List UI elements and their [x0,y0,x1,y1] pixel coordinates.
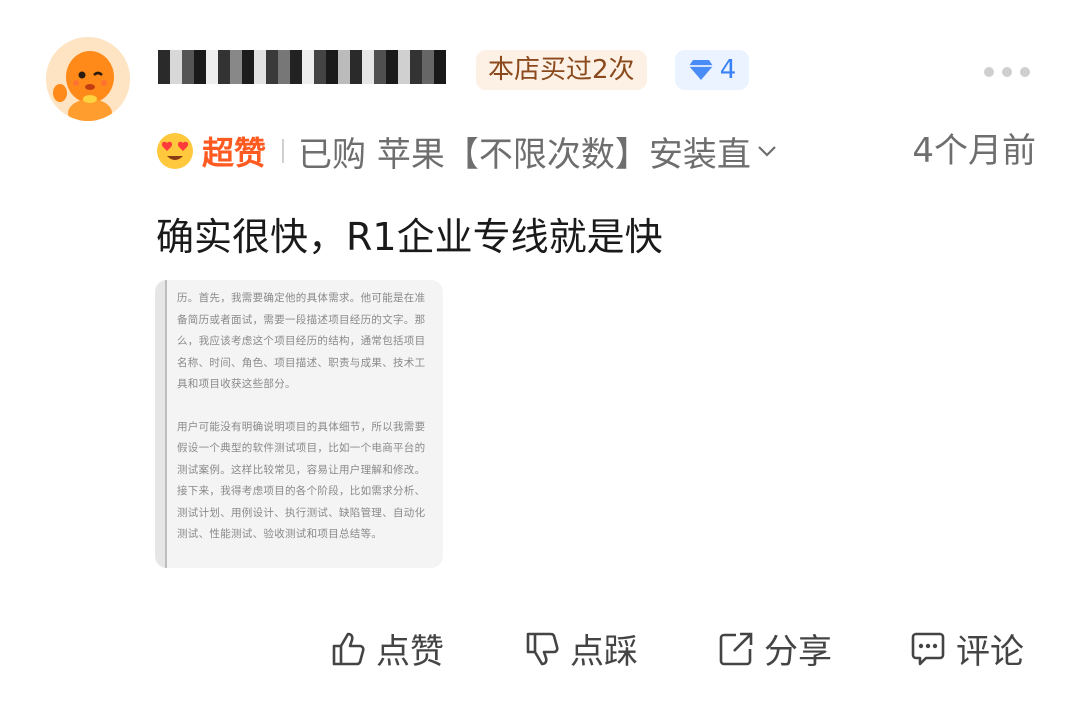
review-time: 4个月前 [912,131,1036,171]
comment-button[interactable]: 评论 [908,624,1024,673]
user-avatar[interactable] [46,37,130,121]
photo-paragraph: 历。首先，我需要确定他的具体需求。他可能是在准备简历或者面试，需要一段描述项目经… [177,292,426,390]
action-bar: 点赞 点踩 分享 评论 [0,624,1080,673]
mascot-avatar-icon [46,37,130,121]
share-button[interactable]: 分享 [716,624,832,673]
thumbs-down-icon [526,632,559,665]
dislike-label: 点踩 [570,632,638,672]
share-icon [719,632,753,665]
username-mosaic [158,50,446,84]
rating-label: 超赞 [202,134,267,172]
dislike-button[interactable]: 点踩 [522,624,638,673]
diamond-icon [688,60,713,80]
username[interactable] [158,50,458,84]
review-photo[interactable]: 历。首先，我需要确定他的具体需求。他可能是在准备简历或者面试，需要一段描述项目经… [155,280,443,568]
heart-eyes-emoji-icon [157,133,193,169]
review-card: 本店买过2次 4 超赞 已购 苹果【不限次数】安装直 4个月前 确实很快，R1企… [0,0,1080,710]
share-label: 分享 [764,632,832,672]
review-meta-row: 超赞 已购 苹果【不限次数】安装直 4个月前 [156,127,1036,176]
member-level-badge: 4 [675,50,749,90]
like-label: 点赞 [376,632,444,672]
repeat-buyer-badge: 本店买过2次 [476,50,647,90]
member-level: 4 [719,55,737,85]
purchased-variant[interactable]: 已购 苹果【不限次数】安装直 [298,127,751,176]
divider [282,139,285,163]
comment-icon [911,632,945,665]
like-button[interactable]: 点赞 [328,624,444,673]
more-options-icon[interactable] [984,62,1034,82]
photo-paragraph: 用户可能没有明确说明项目的具体细节，所以我需要假设一个典型的软件测试项目，比如一… [177,420,426,541]
photo-text: 历。首先，我需要确定他的具体需求。他可能是在准备简历或者面试，需要一段描述项目经… [177,288,433,567]
thumbs-up-icon [332,632,365,665]
comment-label: 评论 [956,632,1024,672]
review-text: 确实很快，R1企业专线就是快 [156,215,663,259]
chevron-down-icon[interactable] [755,139,779,163]
